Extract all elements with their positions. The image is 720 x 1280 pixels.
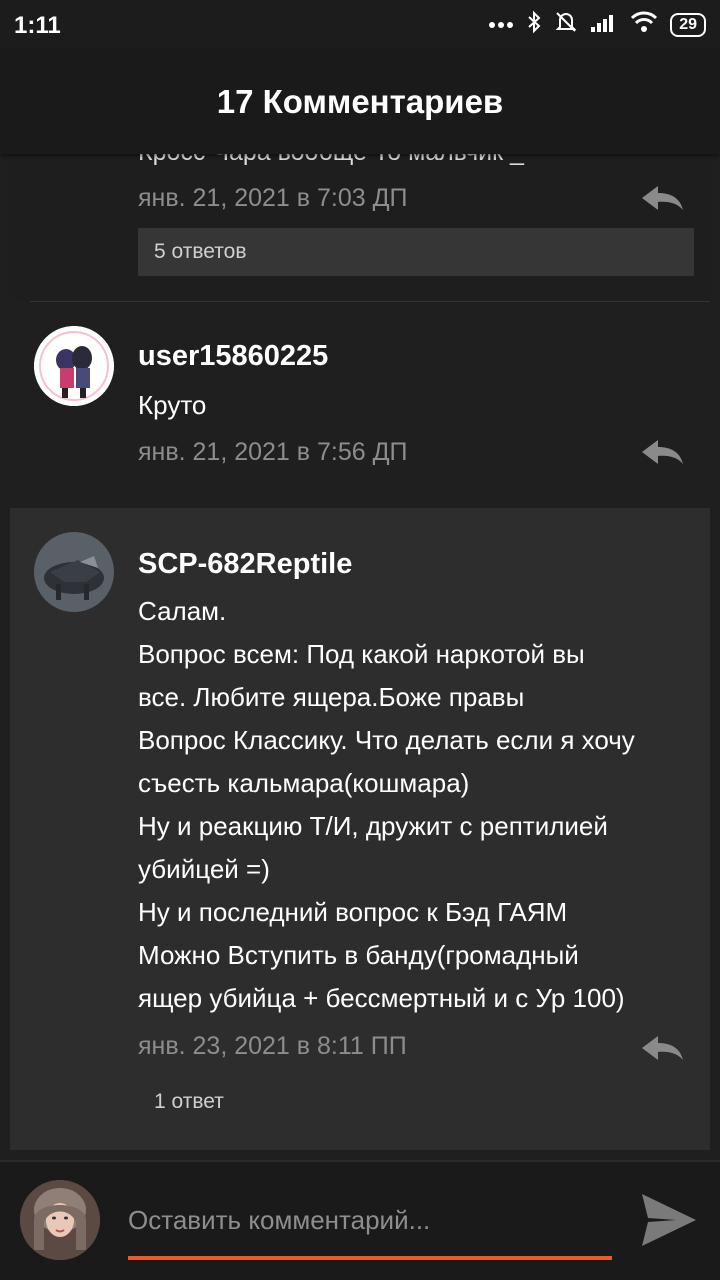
comment-text: Салам. Вопрос всем: Под какой наркотой в… — [138, 590, 635, 1020]
comment-item[interactable]: user15860225 Круто янв. 21, 2021 в 7:56 … — [10, 302, 710, 506]
current-user-avatar[interactable] — [20, 1180, 100, 1260]
wifi-icon — [630, 11, 658, 38]
comment-text: Круто — [138, 390, 207, 420]
status-icons: 29 — [488, 10, 706, 39]
comment-text-line: все. Любите ящера.Боже правы — [138, 682, 525, 712]
reply-icon[interactable] — [640, 1034, 684, 1062]
comment-text-line: Вопрос Классику. Что делать если я хочу — [138, 725, 635, 755]
comment-text-line: Можно Вступить в банду(громадный — [138, 940, 579, 970]
comment-text-line: Вопрос всем: Под какой наркотой вы — [138, 639, 585, 669]
comment-text-line: убийцей =) — [138, 854, 270, 884]
reply-icon[interactable] — [640, 438, 684, 466]
comment-text-line: ящер убийца + бессмертный и с Ур 100) — [138, 983, 625, 1013]
comment-text-line: Ну и реакцию Т/И, дружит с рептилией — [138, 811, 608, 841]
status-time: 1:11 — [14, 12, 61, 39]
avatar[interactable] — [34, 532, 114, 612]
comment-timestamp: янв. 23, 2021 в 8:11 ПП — [138, 1032, 407, 1060]
comment-text-line: съесть кальмара(кошмара) — [138, 768, 470, 798]
bluetooth-icon — [526, 10, 542, 39]
status-bar: 1:11 29 — [0, 0, 720, 50]
comment-username[interactable]: SCP-682Reptile — [138, 548, 352, 581]
avatar[interactable] — [34, 326, 114, 406]
replies-button[interactable]: 5 ответов — [138, 228, 694, 276]
reply-icon[interactable] — [640, 184, 684, 212]
comment-item-highlighted[interactable]: SCP-682Reptile Салам. Вопрос всем: Под к… — [10, 508, 710, 1150]
send-icon[interactable] — [640, 1192, 698, 1253]
signal-icon — [590, 11, 618, 38]
comment-text-line: Салам. — [138, 596, 227, 626]
comment-input[interactable]: Оставить комментарий... — [128, 1198, 612, 1242]
comment-username[interactable]: user15860225 — [138, 340, 328, 373]
page-title: 17 Комментариев — [216, 83, 504, 120]
mute-bell-icon — [554, 10, 578, 39]
replies-count: 5 ответов — [154, 240, 247, 263]
replies-button[interactable]: 1 ответ — [154, 1090, 224, 1114]
comment-text-line: Ну и последний вопрос к Бэд ГАЯМ — [138, 897, 568, 927]
more-dots-icon — [488, 16, 514, 34]
comment-timestamp: янв. 21, 2021 в 7:03 ДП — [138, 184, 408, 212]
comments-header: 17 Комментариев — [0, 50, 720, 154]
comment-item[interactable]: Кросс Чара вообще То мальчик _ янв. 21, … — [10, 138, 710, 300]
comment-input-underline — [128, 1256, 612, 1260]
comment-timestamp: янв. 21, 2021 в 7:56 ДП — [138, 438, 408, 466]
battery-icon: 29 — [670, 12, 706, 37]
